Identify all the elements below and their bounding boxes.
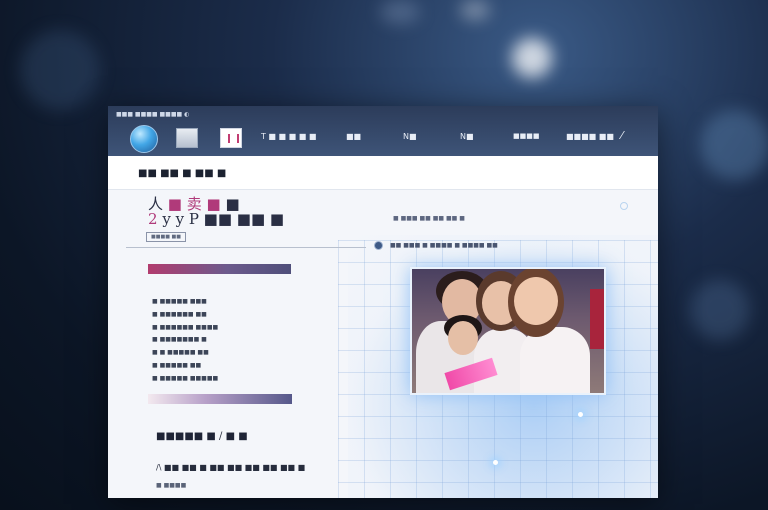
nav-item-6[interactable]: ■■■■ ■■ — [566, 132, 614, 141]
photo-figure — [514, 277, 558, 325]
list-item[interactable]: ■ ■■■■■■ ■■ — [152, 309, 218, 322]
sparkle-icon — [493, 460, 498, 465]
list-item[interactable]: ■ ■■■■■ ■■ — [152, 360, 218, 373]
group-photo[interactable] — [410, 267, 606, 395]
list-item[interactable]: ■ ■■■■■ ■■■■■ — [152, 373, 218, 386]
hero-title-line2-text: y y P ■■ ■■ ■ — [162, 210, 285, 228]
sparkle-icon — [578, 412, 583, 417]
photo-figure — [520, 327, 590, 393]
bokeh-light — [20, 30, 100, 110]
photo-figure — [448, 321, 478, 355]
hero-tag-button[interactable]: ■■■■ ■■ — [146, 232, 186, 242]
right-meta-text: ■ ■■■ ■■ ■■ ■■ ■ — [393, 215, 465, 222]
list-item[interactable]: ■ ■■■■■■ ■■■■ — [152, 322, 218, 335]
section-body-text: /\ ■■ ■■ ■ ■■ ■■ ■■ ■■ ■■ ■ — [156, 463, 306, 472]
page-title: ■■ ■■ ■ ■■ ■ — [138, 168, 227, 179]
photo-figure — [590, 289, 604, 349]
section-heading: ■■■■■ ■ / ■ ■ — [156, 431, 248, 442]
section-divider-bar — [148, 394, 292, 404]
ring-icon — [620, 202, 628, 210]
nav-item-5[interactable]: ■■■■ — [513, 132, 539, 140]
nav-item-1[interactable]: T ■ ■ ■ ■ ■ — [261, 132, 316, 141]
list-item[interactable]: ■ ■ ■■■■■ ■■ — [152, 347, 218, 360]
bokeh-light — [700, 110, 768, 180]
divider — [126, 247, 366, 248]
list-item[interactable]: ■ ■■■■■ ■■■ — [152, 296, 218, 309]
bokeh-light — [380, 0, 420, 24]
section-header-bar — [148, 264, 291, 274]
subheader-bar: ■■ ■■ ■ ■■ ■ — [108, 156, 658, 190]
globe-logo-icon[interactable] — [130, 125, 158, 153]
right-meta-text-2: ■■ ■■■ ■ ■■■■ ■ ■■■■ ■■ — [390, 242, 498, 249]
close-icon[interactable]: ⁄ — [621, 129, 623, 142]
nav-item-2[interactable]: ■■ — [346, 132, 361, 141]
info-list: ■ ■■■■■ ■■■ ■ ■■■■■■ ■■ ■ ■■■■■■ ■■■■ ■ … — [152, 296, 218, 386]
list-item[interactable]: ■ ■■■■■■■ ■ — [152, 334, 218, 347]
top-navigation-bar: ■■■ ■■■■ ■■■■ ◐ T ■ ■ ■ ■ ■ ■■ N■ N■ ■■■… — [108, 106, 658, 156]
main-content: 人 ■ 卖 ■ ■ 2 y y P ■■ ■■ ■ ■■■■ ■■ ■ ■■■ … — [108, 190, 658, 498]
bokeh-light — [460, 0, 490, 20]
hero-title-line-2: 2 y y P ■■ ■■ ■ — [148, 210, 284, 228]
section-footnote: ■ ■■■■ — [156, 482, 187, 489]
nav-item-4[interactable]: N■ — [460, 132, 474, 141]
app-window: ■■■ ■■■■ ■■■■ ◐ T ■ ■ ■ ■ ■ ■■ N■ N■ ■■■… — [108, 106, 658, 498]
nav-item-3[interactable]: N■ — [403, 132, 417, 141]
top-small-text: ■■■ ■■■■ ■■■■ ◐ — [116, 111, 190, 118]
avatar[interactable] — [374, 241, 383, 250]
toolbar-app-button[interactable] — [220, 128, 242, 148]
hero-title-line2-accent: 2 — [148, 210, 158, 228]
bokeh-light — [512, 38, 552, 78]
toolbar-tile-button[interactable] — [176, 128, 198, 148]
bokeh-light — [690, 280, 750, 340]
